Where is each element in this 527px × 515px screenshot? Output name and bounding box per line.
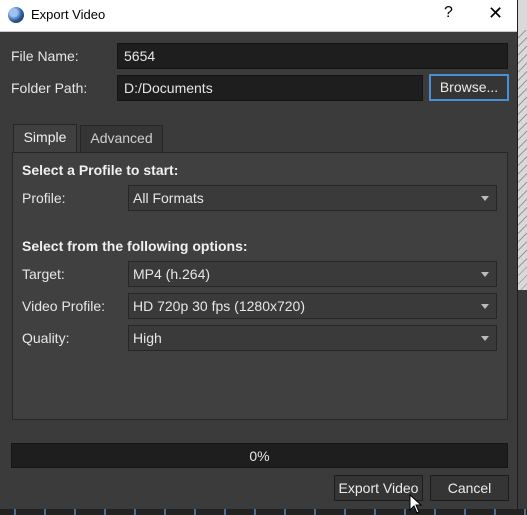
- cancel-button[interactable]: Cancel: [430, 475, 509, 501]
- app-logo-icon: [8, 7, 24, 23]
- chevron-down-icon: [481, 304, 489, 309]
- profile-dropdown-value: All Formats: [133, 190, 204, 206]
- background-timeline-strip: [0, 509, 527, 515]
- close-icon[interactable]: ✕: [488, 3, 503, 24]
- file-name-field[interactable]: [117, 43, 508, 69]
- target-label: Target:: [22, 266, 65, 282]
- quality-label: Quality:: [22, 330, 70, 346]
- tab-advanced[interactable]: Advanced: [80, 125, 163, 152]
- profile-section-title: Select a Profile to start:: [22, 162, 179, 178]
- export-video-dialog: Export Video ? ✕ File Name: Folder Path:…: [0, 0, 518, 509]
- tab-simple[interactable]: Simple: [13, 124, 77, 153]
- export-progress-bar: 0%: [11, 443, 508, 468]
- mouse-pointer-icon: [409, 494, 423, 514]
- background-grid: [517, 30, 527, 290]
- options-section-title: Select from the following options:: [22, 238, 248, 254]
- file-name-label: File Name:: [11, 48, 79, 64]
- quality-dropdown-value: High: [133, 330, 162, 346]
- video-profile-dropdown[interactable]: HD 720p 30 fps (1280x720): [128, 293, 497, 319]
- folder-path-label: Folder Path:: [11, 80, 88, 96]
- target-dropdown-value: MP4 (h.264): [133, 266, 211, 282]
- browse-button[interactable]: Browse...: [429, 74, 509, 101]
- help-icon[interactable]: ?: [444, 4, 453, 22]
- video-profile-label: Video Profile:: [22, 298, 106, 314]
- folder-path-field[interactable]: [117, 75, 423, 101]
- chevron-down-icon: [481, 196, 489, 201]
- chevron-down-icon: [481, 272, 489, 277]
- profile-dropdown[interactable]: All Formats: [128, 185, 497, 211]
- profile-label: Profile:: [22, 190, 66, 206]
- background-dark-area: [517, 290, 527, 515]
- progress-percent: 0%: [249, 448, 270, 464]
- window-title: Export Video: [31, 7, 106, 22]
- title-bar[interactable]: Export Video ? ✕: [0, 0, 517, 32]
- chevron-down-icon: [481, 336, 489, 341]
- video-profile-dropdown-value: HD 720p 30 fps (1280x720): [133, 298, 305, 314]
- background-window: [517, 0, 527, 515]
- quality-dropdown[interactable]: High: [128, 325, 497, 351]
- target-dropdown[interactable]: MP4 (h.264): [128, 261, 497, 287]
